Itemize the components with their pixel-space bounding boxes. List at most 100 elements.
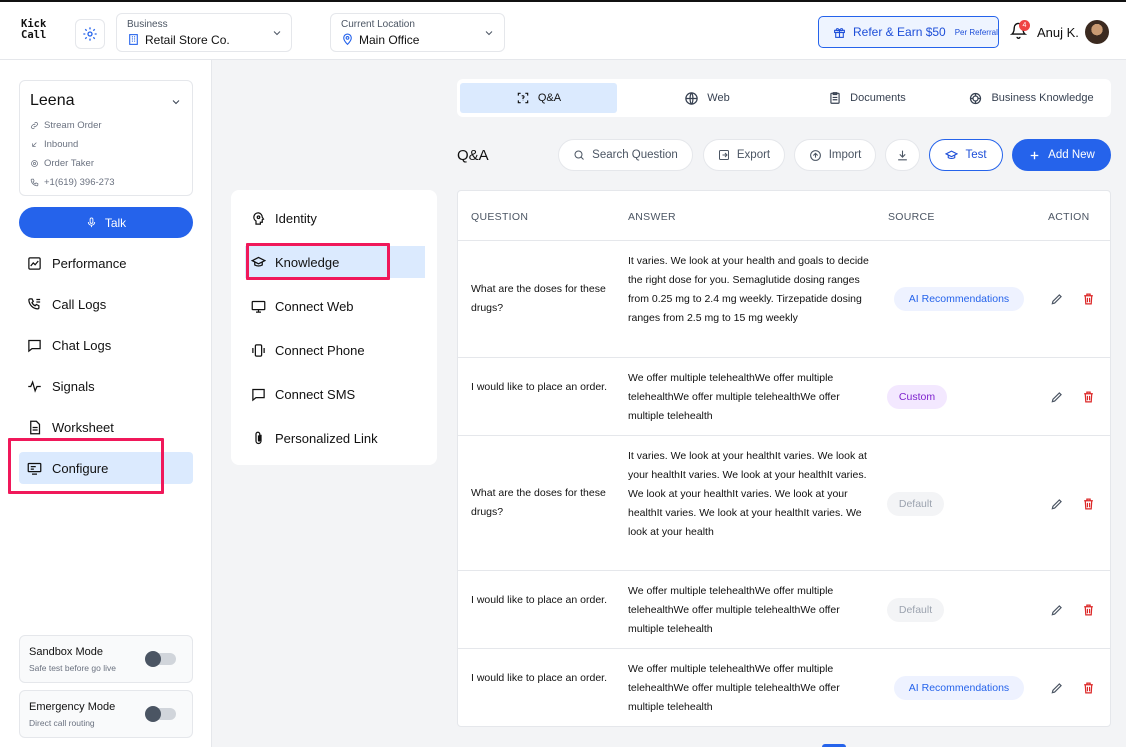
brain-icon xyxy=(970,92,982,104)
tab-label: Web xyxy=(707,92,730,104)
emergency-toggle[interactable] xyxy=(145,706,176,722)
page-title: Q&A xyxy=(457,147,489,164)
sandbox-subtitle: Safe test before go live xyxy=(29,663,116,673)
nav-label: Configure xyxy=(52,460,109,476)
agent-meta-label: Inbound xyxy=(44,139,79,150)
tab-documents[interactable]: Documents xyxy=(797,83,937,113)
top-bar: Kick Call Business Retail Store Co. Curr… xyxy=(0,2,1126,60)
source-badge: AI Recommendations xyxy=(894,287,1024,311)
row-question: I would like to place an order. xyxy=(471,381,607,393)
sandbox-toggle[interactable] xyxy=(145,651,176,667)
emergency-mode-card: Emergency Mode Direct call routing xyxy=(19,690,193,738)
avatar[interactable] xyxy=(1085,20,1109,44)
location-label: Current Location xyxy=(341,19,415,30)
tab-business-knowledge[interactable]: Business Knowledge xyxy=(957,83,1105,113)
config-item-connect-web[interactable]: Connect Web xyxy=(245,290,425,322)
search-question-input[interactable]: Search Question xyxy=(558,139,693,171)
config-item-connect-sms[interactable]: Connect SMS xyxy=(245,378,425,410)
agent-meta-stream: Stream Order xyxy=(30,120,102,131)
row-answer: We offer multiple telehealthWe offer mul… xyxy=(628,585,840,635)
trash-icon[interactable] xyxy=(1082,603,1095,617)
tab-web[interactable]: Web xyxy=(637,83,777,113)
nav-item-configure[interactable]: Configure xyxy=(19,452,193,484)
refer-earn-button[interactable]: Refer & Earn $50 Per Referral xyxy=(818,16,999,48)
notification-badge: 4 xyxy=(1019,20,1030,31)
pencil-icon[interactable] xyxy=(1050,390,1064,404)
tab-label: Q&A xyxy=(537,92,562,104)
table-row: What are the doses for these drugs? It v… xyxy=(458,435,1110,570)
source-badge: Default xyxy=(887,492,944,516)
knowledge-tabs: Q&A Web Documents Business Knowledge xyxy=(457,79,1111,117)
config-menu: Identity Knowledge Connect Web Connect P… xyxy=(231,190,437,465)
nav-item-performance[interactable]: Performance xyxy=(19,247,193,279)
config-item-identity[interactable]: Identity xyxy=(245,202,425,234)
download-button[interactable] xyxy=(885,139,920,171)
chevron-down-icon[interactable] xyxy=(170,96,182,108)
source-badge: Default xyxy=(887,598,944,622)
nav-item-chat-logs[interactable]: Chat Logs xyxy=(19,329,193,361)
qa-table: QUESTION ANSWER SOURCE ACTION What are t… xyxy=(457,190,1111,727)
column-header-answer: ANSWER xyxy=(628,211,676,223)
row-question: I would like to place an order. xyxy=(471,672,607,684)
row-answer: We offer multiple telehealthWe offer mul… xyxy=(628,663,840,713)
trash-icon[interactable] xyxy=(1082,497,1095,511)
agent-meta-label: Order Taker xyxy=(44,158,94,169)
config-item-personalized-link[interactable]: Personalized Link xyxy=(245,422,425,454)
test-button[interactable]: Test xyxy=(929,139,1003,171)
import-button[interactable]: Import xyxy=(794,139,876,171)
agent-meta-role: Order Taker xyxy=(30,158,94,169)
column-header-action: ACTION xyxy=(1048,211,1090,223)
row-question: I would like to place an order. xyxy=(471,594,607,606)
nav-item-worksheet[interactable]: Worksheet xyxy=(19,411,193,443)
emergency-subtitle: Direct call routing xyxy=(29,718,95,728)
tab-qa[interactable]: Q&A xyxy=(460,83,617,113)
plus-icon xyxy=(1030,151,1039,159)
vibrating-phone-icon xyxy=(252,343,265,357)
chat-icon xyxy=(28,339,41,352)
config-item-connect-phone[interactable]: Connect Phone xyxy=(245,334,425,366)
location-select[interactable]: Current Location Main Office xyxy=(330,13,505,52)
table-row: I would like to place an order. We offer… xyxy=(458,570,1110,648)
config-item-label: Connect Phone xyxy=(275,342,365,358)
business-label: Business xyxy=(127,19,168,30)
add-new-button[interactable]: Add New xyxy=(1012,139,1111,171)
clipboard-icon xyxy=(830,92,840,104)
head-icon xyxy=(253,211,265,225)
agent-meta-phone: +1(619) 396-273 xyxy=(30,177,115,188)
logo-line-2: Call xyxy=(21,29,47,41)
row-answer: It varies. We look at your health and go… xyxy=(628,255,869,324)
config-item-knowledge[interactable]: Knowledge xyxy=(245,246,425,278)
trash-icon[interactable] xyxy=(1082,390,1095,404)
add-new-label: Add New xyxy=(1048,149,1095,161)
nav-label: Performance xyxy=(52,255,127,271)
talk-button[interactable]: Talk xyxy=(19,207,193,238)
trash-icon[interactable] xyxy=(1082,292,1095,306)
config-item-label: Personalized Link xyxy=(275,430,378,446)
export-button[interactable]: Export xyxy=(703,139,785,171)
settings-button[interactable] xyxy=(75,19,105,49)
agent-card[interactable]: Leena Stream Order Inbound Order Taker +… xyxy=(19,80,193,196)
pencil-icon[interactable] xyxy=(1050,681,1064,695)
monitor-icon xyxy=(251,300,266,313)
trash-icon[interactable] xyxy=(1082,681,1095,695)
business-value: Retail Store Co. xyxy=(145,33,230,47)
config-item-label: Identity xyxy=(275,210,317,226)
search-icon xyxy=(574,150,585,160)
column-header-source: SOURCE xyxy=(888,211,935,223)
business-select[interactable]: Business Retail Store Co. xyxy=(116,13,292,52)
pencil-icon[interactable] xyxy=(1050,497,1064,511)
table-row: I would like to place an order. We offer… xyxy=(458,648,1110,726)
pencil-icon[interactable] xyxy=(1050,603,1064,617)
emergency-title: Emergency Mode xyxy=(29,701,116,713)
pencil-icon[interactable] xyxy=(1050,292,1064,306)
gift-icon xyxy=(834,27,845,38)
nav-item-signals[interactable]: Signals xyxy=(19,370,193,402)
arrow-down-left-icon xyxy=(32,142,37,147)
app-logo[interactable]: Kick Call xyxy=(21,19,46,41)
nav-item-call-logs[interactable]: Call Logs xyxy=(19,288,193,320)
refer-label: Refer & Earn $50 xyxy=(853,25,946,39)
export-label: Export xyxy=(736,149,771,161)
row-question: What are the doses for these drugs? xyxy=(471,487,606,518)
user-name[interactable]: Anuj K. xyxy=(1037,25,1079,40)
microphone-icon xyxy=(87,217,95,228)
